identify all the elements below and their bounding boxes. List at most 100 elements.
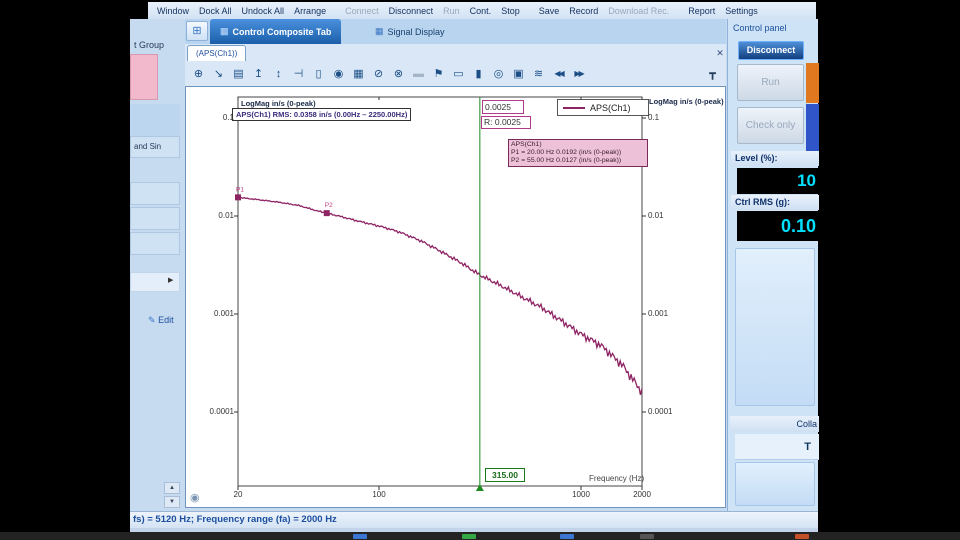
legend-line-sample [563,107,585,109]
ctrl-rms-label: Ctrl RMS (g): [731,195,819,210]
x-tick-label: 20 [226,490,250,499]
y-tick-label: 0.001 [204,309,234,318]
y-tick-label: 0.0001 [648,407,672,416]
svg-text:P1: P1 [236,186,244,193]
pencil-icon: ✎ [148,315,156,325]
menu-report[interactable]: Report [683,5,720,17]
t-row[interactable]: T [735,434,819,460]
menu-disconnect[interactable]: Disconnect [384,5,439,17]
menu-arrange[interactable]: Arrange [289,5,331,17]
level-display: 10 [737,168,819,194]
grid-icon: ▦ [375,26,384,37]
taskbar-app-icon[interactable] [795,534,809,539]
rewind-icon[interactable]: ◀◀ [550,66,567,83]
y-axis-title-right: LogMag in/s (0-peak) [649,97,724,106]
menu-window[interactable]: Window [152,5,194,17]
menu-undock-all[interactable]: Undock All [237,5,290,17]
close-icon[interactable]: ✕ [714,47,726,59]
y-tick-label: 0.1 [648,113,659,122]
menu-dock-all[interactable]: Dock All [194,5,237,17]
cursor-value-box: 0.0025 [482,100,524,114]
snapshot-icon[interactable]: ◎ [490,66,507,83]
fit-scale-icon[interactable]: ↘ [210,66,227,83]
y-tick-label: 0.0001 [204,407,234,416]
y-tick-label: 0.01 [204,211,234,220]
dock-nav-button[interactable]: ⊞ [186,21,208,41]
taskbar[interactable] [0,532,960,540]
ctrl-rms-display: 0.10 [737,211,819,241]
marker-p2-line: P2 = 55.00 Hz 0.0127 (in/s (0-peak)) [511,157,645,165]
marker-p1-line: P1 = 20.00 Hz 0.0192 (in/s (0-peak)) [511,149,645,157]
zoom-icon[interactable]: ⊕ [190,66,207,83]
harmonic-cursor-icon[interactable]: ⊣ [290,66,307,83]
edit-label: Edit [158,315,174,325]
run-button: Run [737,64,804,101]
subtab-strip [185,44,726,62]
y-tick-label: 0.001 [648,309,668,318]
taskbar-app-icon[interactable] [353,534,367,539]
bar-display-icon[interactable]: ▮ [470,66,487,83]
forward-icon[interactable]: ▶▶ [570,66,587,83]
left-list-item[interactable] [130,182,180,205]
left-sine-item[interactable]: and Sin [130,136,180,158]
menu-settings[interactable]: Settings [720,5,763,17]
edit-button[interactable]: ✎ Edit [148,315,174,326]
taskbar-app-icon[interactable] [462,534,476,539]
taskbar-app-icon[interactable] [560,534,574,539]
snapshot-icon[interactable]: ◉ [190,491,200,504]
chart-panel[interactable]: P1P2 LogMag in/s (0-peak) LogMag in/s (0… [185,86,726,508]
y-tick-label: 0.1 [204,113,234,122]
left-list-item[interactable] [130,232,180,255]
dual-cursor-icon[interactable]: ↕ [270,66,287,83]
x-tick-label: 2000 [630,490,654,499]
legend: APS(Ch1) [557,99,649,116]
flag-icon[interactable]: ⚑ [430,66,447,83]
save-signal-icon[interactable]: ▣ [510,66,527,83]
menu-download-rec-: Download Rec. [603,5,674,17]
cursor-r-value-box: R: 0.0025 [481,116,531,129]
left-pink-button[interactable] [130,54,158,100]
disconnect-button[interactable]: Disconnect [738,41,804,60]
grid-icon: ▦ [220,26,229,37]
peak-marker-icon[interactable]: ◉ [330,66,347,83]
collapse-header[interactable]: Colla [730,416,819,432]
control-panel-title: Control panel [733,23,787,33]
subtab-aps-ch1[interactable]: (APS(Ch1)) [187,45,246,61]
window-scale-icon[interactable]: ▤ [230,66,247,83]
left-blue-panel [130,104,180,136]
delete-cursor-icon[interactable]: ▯ [310,66,327,83]
menu-bar: WindowDock AllUndock AllArrangeConnectDi… [148,2,816,19]
menu-stop[interactable]: Stop [496,5,525,17]
overlap-icon[interactable]: ≋ [530,66,547,83]
annotation-icon[interactable]: ▭ [450,66,467,83]
scroll-up-button[interactable]: ▲ [164,482,180,494]
x-axis-label: Frequency (Hz) [589,474,644,483]
rms-annotation[interactable]: APS(Ch1) RMS: 0.0358 in/s (0.00Hz – 2250… [232,108,411,121]
cursor-frequency-box[interactable]: 315.00 [485,468,525,482]
tab-label: Control Composite Tab [233,27,332,37]
tab-control-composite[interactable]: ▦ Control Composite Tab [210,19,341,44]
marker-list-icon[interactable]: ▦ [350,66,367,83]
tab-label: Signal Display [388,27,445,37]
check-only-button: Check only [737,107,804,144]
x-tick-label: 1000 [569,490,593,499]
left-list-item[interactable] [130,207,180,230]
x-tick-label: 100 [367,490,391,499]
tab-signal-display[interactable]: ▦ Signal Display [365,19,455,44]
single-cursor-icon[interactable]: ↥ [250,66,267,83]
menu-cont-[interactable]: Cont. [465,5,497,17]
pin-icon[interactable]: ┳ [704,66,721,83]
y-axis-title-left: LogMag in/s (0-peak) [241,99,316,108]
menu-record[interactable]: Record [564,5,603,17]
side-panel-upper [735,248,815,406]
taskbar-app-icon[interactable] [640,534,654,539]
expand-arrow-icon[interactable]: ▶ [168,276,173,284]
remove-marker-icon[interactable]: ⊘ [370,66,387,83]
menu-save[interactable]: Save [534,5,565,17]
scroll-down-button[interactable]: ▼ [164,496,180,508]
marker-annotation-box[interactable]: APS(Ch1) P1 = 20.00 Hz 0.0192 (in/s (0-p… [508,139,648,167]
control-panel: Control panel Disconnect Run Check only … [727,19,818,511]
line-style-icon: ▬ [410,66,427,83]
remove-all-markers-icon[interactable]: ⊗ [390,66,407,83]
orange-indicator [806,63,819,103]
